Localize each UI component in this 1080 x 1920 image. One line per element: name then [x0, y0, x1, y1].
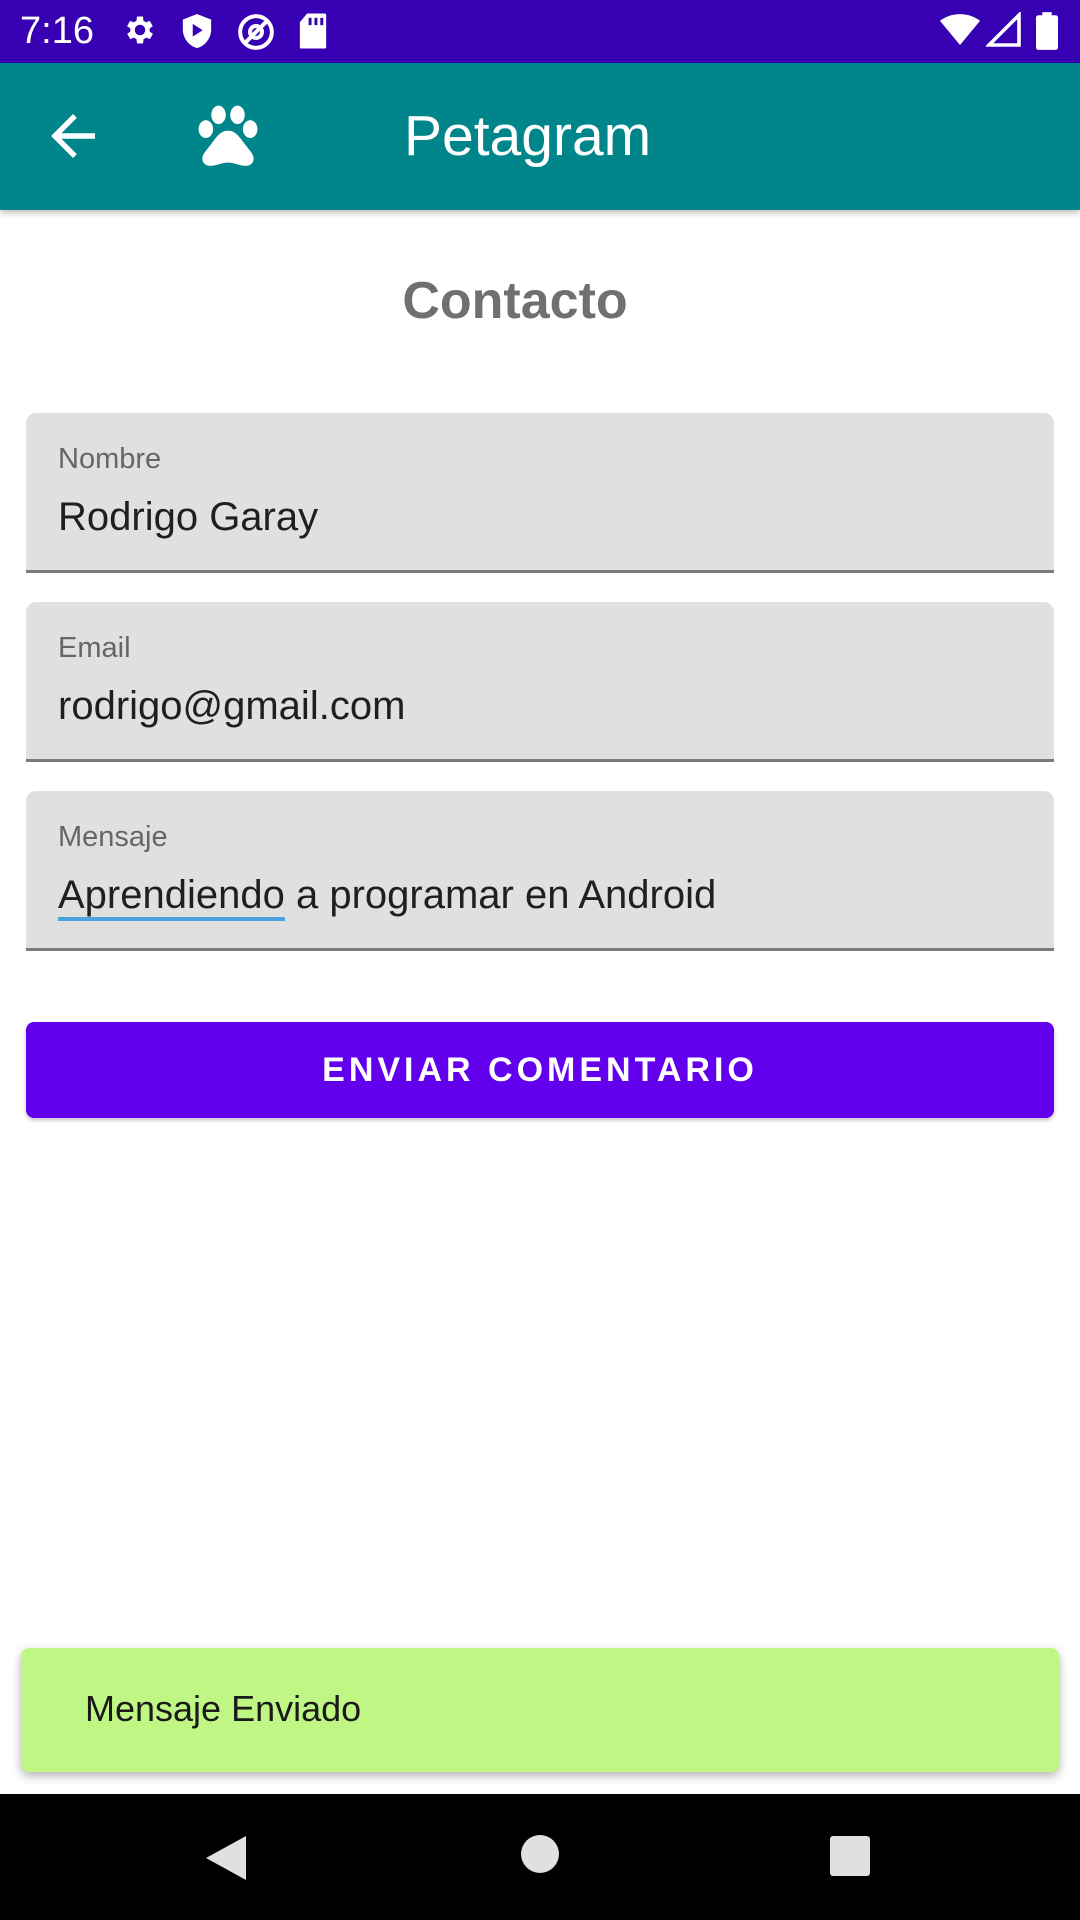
- email-label: Email: [58, 632, 131, 664]
- wifi-icon: [940, 14, 980, 45]
- nav-recents-icon[interactable]: [830, 1836, 870, 1876]
- mensaje-value-rest: a programar en Android: [284, 873, 717, 917]
- cell-signal-icon: [986, 12, 1021, 47]
- snackbar: Mensaje Enviado: [21, 1648, 1059, 1772]
- app-bar: Petagram: [0, 63, 1080, 210]
- mensaje-label: Mensaje: [58, 821, 168, 853]
- arrow-back-icon[interactable]: [40, 103, 106, 169]
- app-title: Petagram: [404, 104, 652, 168]
- nav-home-icon[interactable]: [520, 1834, 560, 1874]
- at-sign-icon: [238, 14, 274, 50]
- mensaje-value[interactable]: Aprendiendo a programar en Android: [58, 873, 717, 921]
- settings-icon: [127, 16, 153, 44]
- email-value[interactable]: rodrigo@gmail.com: [58, 684, 405, 729]
- mensaje-field[interactable]: Mensaje Aprendiendo a programar en Andro…: [26, 791, 1054, 951]
- nav-back-icon[interactable]: [204, 1834, 248, 1882]
- nombre-label: Nombre: [58, 443, 162, 475]
- battery-icon: [1036, 12, 1058, 50]
- status-time: 7:16: [20, 10, 94, 52]
- nombre-field[interactable]: Nombre Rodrigo Garay: [26, 413, 1054, 573]
- status-icons-right: [940, 12, 1080, 52]
- spellcheck-word: Aprendiendo: [58, 873, 285, 921]
- navigation-bar: [0, 1794, 1080, 1920]
- sd-card-icon: [299, 13, 327, 49]
- paw-icon: [198, 105, 258, 166]
- email-field[interactable]: Email rodrigo@gmail.com: [26, 602, 1054, 762]
- play-protect-icon: [182, 14, 212, 48]
- status-bar: 7:16: [0, 0, 1080, 63]
- nombre-value[interactable]: Rodrigo Garay: [58, 495, 318, 540]
- snackbar-text: Mensaje Enviado: [85, 1688, 362, 1729]
- page-title: Contacto: [402, 272, 628, 330]
- send-comment-button[interactable]: ENVIAR COMENTARIO: [26, 1022, 1054, 1118]
